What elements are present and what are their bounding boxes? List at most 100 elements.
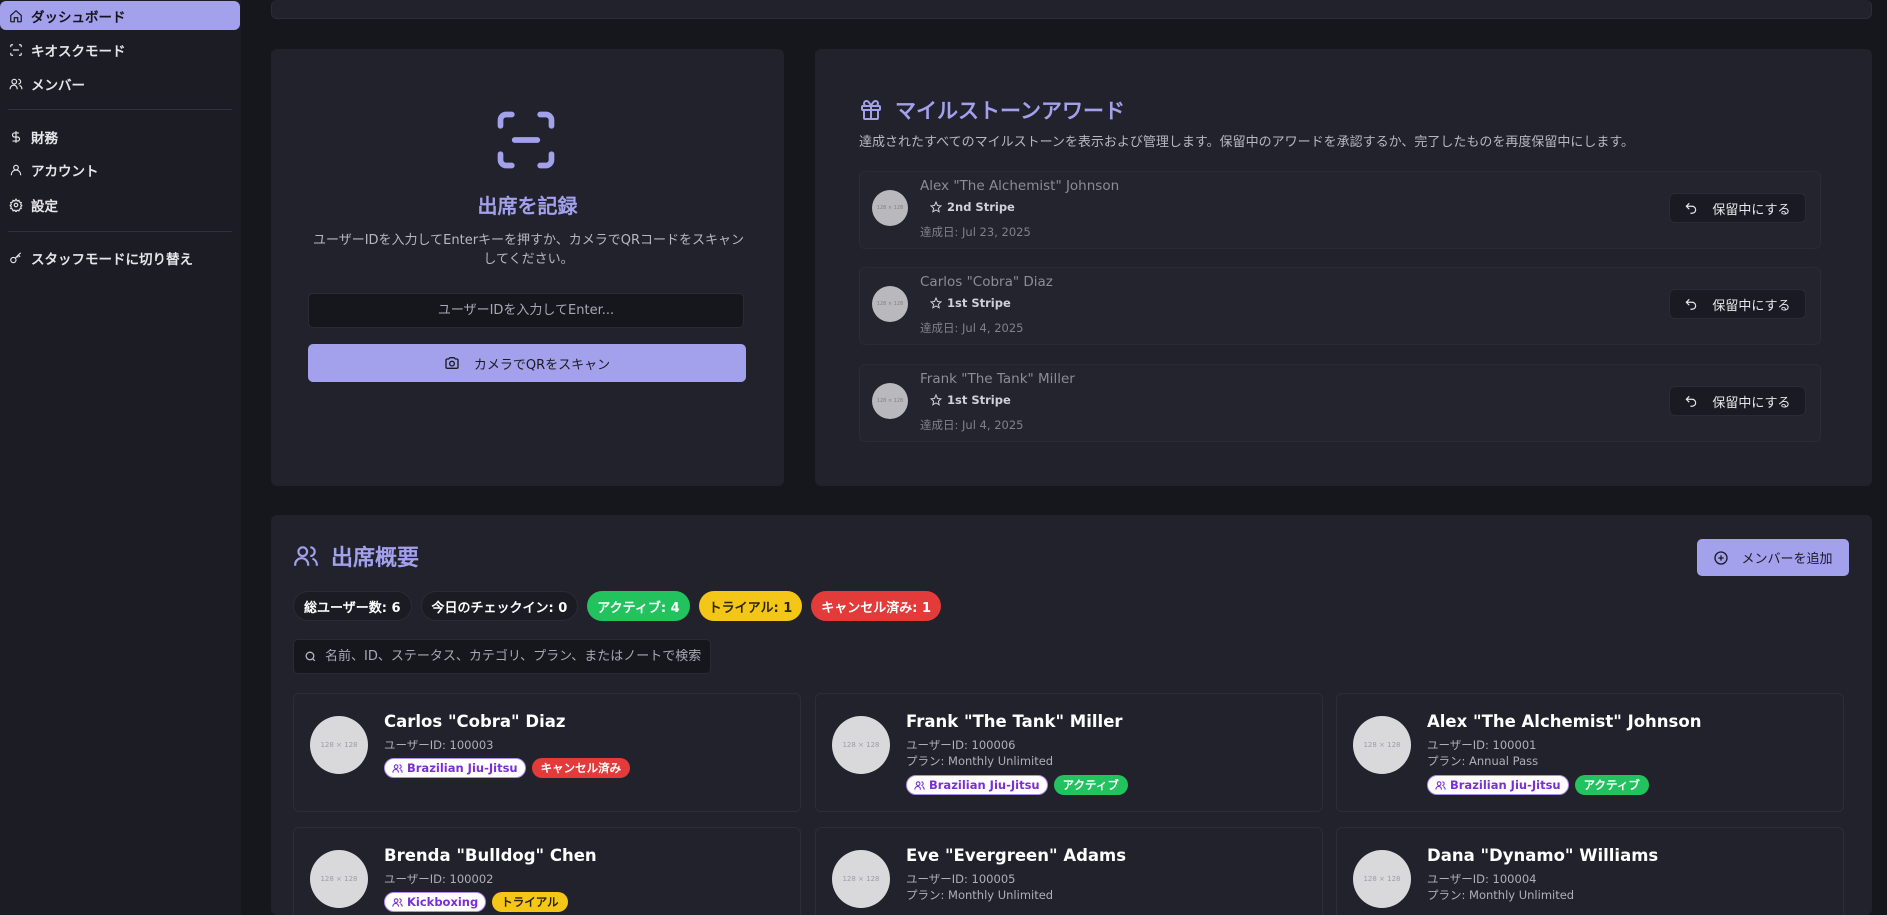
plus-circle-icon xyxy=(1714,550,1729,565)
milestone-date: 達成日: Jul 4, 2025 xyxy=(920,418,1024,432)
user-id-input[interactable] xyxy=(308,293,744,328)
member-name: Alex "The Alchemist" Johnson xyxy=(1427,712,1702,731)
milestone-badge: 1st Stripe xyxy=(930,296,1011,310)
avatar: 128 × 128 xyxy=(310,850,368,908)
star-icon xyxy=(930,201,942,213)
milestone-member-name: Frank "The Tank" Miller xyxy=(920,371,1075,387)
home-icon xyxy=(10,9,22,22)
category-label: Brazilian Jiu-Jitsu xyxy=(929,778,1040,792)
set-pending-button[interactable]: 保留中にする xyxy=(1669,289,1806,319)
top-card xyxy=(271,0,1872,19)
milestone-date: 達成日: Jul 23, 2025 xyxy=(920,225,1031,239)
member-user-id: ユーザーID: 100002 xyxy=(384,872,494,886)
member-plan: プラン: Annual Pass xyxy=(1427,754,1539,768)
avatar: 128 × 128 xyxy=(872,383,908,419)
category-tag: Brazilian Jiu-Jitsu xyxy=(906,775,1048,795)
milestone-badge-label: 1st Stripe xyxy=(947,296,1011,310)
member-tags: Brazilian Jiu-Jitsu アクティブ xyxy=(906,775,1128,795)
member-plan: プラン: Monthly Unlimited xyxy=(906,888,1054,902)
member-plan: プラン: Monthly Unlimited xyxy=(1427,888,1575,902)
users-icon xyxy=(294,546,318,566)
member-card[interactable]: 128 × 128 Dana "Dynamo" Williams ユーザーID:… xyxy=(1336,827,1844,915)
category-label: Brazilian Jiu-Jitsu xyxy=(407,761,518,775)
scan-icon xyxy=(10,43,22,56)
search-icon xyxy=(305,651,316,662)
attendance-summary-card: 出席概要 メンバーを追加 総ユーザー数: 6 今日のチェックイン: 0 アクティ… xyxy=(271,515,1872,915)
undo-icon xyxy=(1685,298,1697,310)
users-icon xyxy=(9,78,23,89)
stats-row: 総ユーザー数: 6 今日のチェックイン: 0 アクティブ: 4 トライアル: 1… xyxy=(293,591,942,621)
set-pending-button[interactable]: 保留中にする xyxy=(1669,193,1806,223)
key-icon xyxy=(10,251,22,263)
users-icon xyxy=(392,897,403,907)
scan-qr-label: カメラでQRをスキャン xyxy=(473,357,611,373)
category-label: Brazilian Jiu-Jitsu xyxy=(1450,778,1561,792)
attendance-description: ユーザーIDを入力してEnterキーを押すか、カメラでQRコードをスキャンしてく… xyxy=(312,233,745,267)
set-pending-button[interactable]: 保留中にする xyxy=(1669,386,1806,416)
status-badge: トライアル xyxy=(492,892,568,912)
avatar: 128 × 128 xyxy=(872,286,908,322)
member-card[interactable]: 128 × 128 Carlos "Cobra" Diaz ユーザーID: 10… xyxy=(293,693,801,812)
milestone-badge: 1st Stripe xyxy=(930,393,1011,407)
gift-icon xyxy=(861,99,881,120)
set-pending-label: 保留中にする xyxy=(1712,202,1791,218)
member-card[interactable]: 128 × 128 Frank "The Tank" Miller ユーザーID… xyxy=(815,693,1323,812)
category-tag: Brazilian Jiu-Jitsu xyxy=(384,758,526,778)
milestone-header: マイルストーンアワード xyxy=(859,95,1125,125)
attendance-record-card: 出席を記録 ユーザーIDを入力してEnterキーを押すか、カメラでQRコードをス… xyxy=(271,49,784,486)
avatar: 128 × 128 xyxy=(832,850,890,908)
search-input[interactable] xyxy=(325,649,705,664)
member-user-id: ユーザーID: 100001 xyxy=(1427,738,1537,752)
member-card[interactable]: 128 × 128 Brenda "Bulldog" Chen ユーザーID: … xyxy=(293,827,801,915)
avatar: 128 × 128 xyxy=(310,716,368,774)
milestone-date: 達成日: Jul 4, 2025 xyxy=(920,321,1024,335)
sidebar-item-kiosk[interactable]: キオスクモード xyxy=(0,35,240,64)
avatar: 128 × 128 xyxy=(832,716,890,774)
dollar-icon xyxy=(11,130,21,143)
sidebar-item-label: スタッフモードに切り替え xyxy=(31,251,193,268)
member-tags: Brazilian Jiu-Jitsu キャンセル済み xyxy=(384,758,631,778)
camera-icon xyxy=(445,357,459,369)
star-icon xyxy=(930,394,942,406)
sidebar-item-members[interactable]: メンバー xyxy=(0,69,240,98)
category-tag: Brazilian Jiu-Jitsu xyxy=(1427,775,1569,795)
sidebar-item-account[interactable]: アカウント xyxy=(0,155,240,184)
sidebar-item-dashboard[interactable]: ダッシュボード xyxy=(0,1,240,30)
member-tags: Kickboxing トライアル xyxy=(384,892,568,912)
sidebar-item-settings[interactable]: 設定 xyxy=(0,190,240,219)
add-member-button[interactable]: メンバーを追加 xyxy=(1697,539,1849,576)
scan-qr-button[interactable]: カメラでQRをスキャン xyxy=(308,344,746,382)
milestone-member-name: Carlos "Cobra" Diaz xyxy=(920,274,1053,290)
set-pending-label: 保留中にする xyxy=(1712,298,1791,314)
member-user-id: ユーザーID: 100004 xyxy=(1427,872,1537,886)
member-name: Carlos "Cobra" Diaz xyxy=(384,712,566,731)
add-member-label: メンバーを追加 xyxy=(1741,552,1833,567)
milestone-awards-card: マイルストーンアワード 達成されたすべてのマイルストーンを表示および管理します。… xyxy=(815,49,1872,486)
sidebar-item-staff-mode[interactable]: スタッフモードに切り替え xyxy=(0,243,240,272)
undo-icon xyxy=(1685,202,1697,214)
milestone-badge-label: 2nd Stripe xyxy=(947,200,1015,214)
sidebar: ダッシュボード キオスクモード メンバー 財務 アカウント 設定 スタッフモード… xyxy=(0,0,241,915)
sidebar-item-label: ダッシュボード xyxy=(31,9,126,26)
stat-trial: トライアル: 1 xyxy=(698,591,803,621)
sidebar-item-label: 設定 xyxy=(31,198,58,215)
milestone-row: 128 × 128 Carlos "Cobra" Diaz 1st Stripe… xyxy=(859,267,1821,345)
sidebar-item-label: 財務 xyxy=(31,130,58,147)
status-badge: アクティブ xyxy=(1574,775,1649,795)
milestone-row: 128 × 128 Alex "The Alchemist" Johnson 2… xyxy=(859,171,1821,249)
sidebar-item-label: アカウント xyxy=(31,163,99,180)
stat-total-users: 総ユーザー数: 6 xyxy=(293,591,412,621)
milestone-member-name: Alex "The Alchemist" Johnson xyxy=(920,178,1120,194)
stat-cancelled: キャンセル済み: 1 xyxy=(811,591,942,621)
member-card[interactable]: 128 × 128 Alex "The Alchemist" Johnson ユ… xyxy=(1336,693,1844,812)
member-name: Dana "Dynamo" Williams xyxy=(1427,846,1659,865)
stat-active: アクティブ: 4 xyxy=(587,591,690,621)
avatar: 128 × 128 xyxy=(872,190,908,226)
sidebar-item-finance[interactable]: 財務 xyxy=(0,122,240,151)
avatar: 128 × 128 xyxy=(1353,850,1411,908)
member-plan: プラン: Monthly Unlimited xyxy=(906,754,1054,768)
sidebar-item-label: メンバー xyxy=(31,77,85,94)
member-name: Frank "The Tank" Miller xyxy=(906,712,1123,731)
member-card[interactable]: 128 × 128 Eve "Evergreen" Adams ユーザーID: … xyxy=(815,827,1323,915)
member-user-id: ユーザーID: 100003 xyxy=(384,738,494,752)
